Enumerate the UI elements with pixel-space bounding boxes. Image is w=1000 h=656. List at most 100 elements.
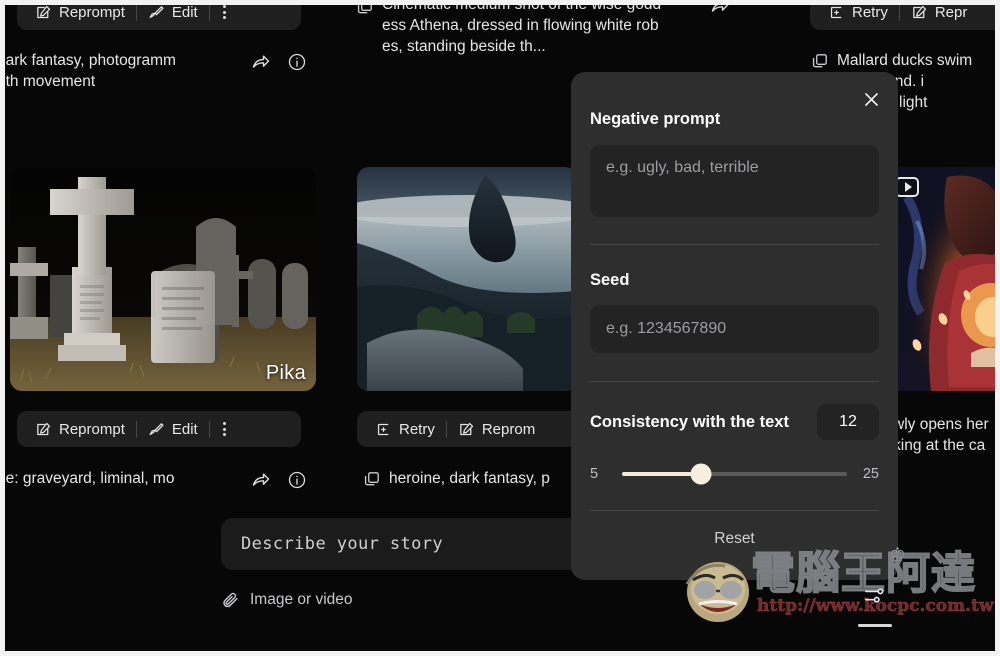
sliders-icon[interactable] — [863, 585, 885, 607]
left-media-tile[interactable]: Pika — [10, 167, 316, 391]
reprompt-button[interactable]: Reprom — [450, 417, 543, 442]
play-badge-icon[interactable] — [895, 177, 919, 197]
describe-story-placeholder: Describe your story — [241, 534, 444, 554]
more-options-button[interactable] — [213, 418, 236, 440]
middle-bottom-caption: heroine, dark fantasy, p — [362, 468, 577, 489]
right-top-toolbar: Retry Repr — [810, 0, 995, 30]
toolbar-divider — [898, 3, 900, 21]
edit-label: Edit — [171, 3, 198, 21]
attach-media-label: Image or video — [250, 590, 353, 608]
section-divider — [590, 510, 879, 511]
pencil-square-icon — [458, 421, 475, 438]
pika-watermark: Pika — [265, 362, 306, 384]
middle-top-caption-actions — [710, 0, 730, 16]
toolbar-divider — [135, 3, 137, 21]
section-divider — [590, 381, 879, 382]
middle-bottom-toolbar: Retry Reprom — [357, 411, 587, 447]
slider-thumb[interactable] — [690, 463, 712, 485]
retry-button[interactable]: Retry — [367, 417, 443, 442]
reprompt-button[interactable]: Repr — [903, 0, 976, 25]
right-media-tile[interactable] — [887, 167, 995, 391]
negative-prompt-label: Negative prompt — [590, 110, 721, 128]
seed-label: Seed — [590, 271, 630, 289]
right-bottom-caption-text: wly opens her king at the ca — [893, 416, 989, 454]
middle-top-caption: Cinematic medium shot of the wise godd e… — [355, 0, 730, 57]
kebab-dot — [222, 427, 226, 431]
info-circle-icon[interactable] — [287, 470, 307, 490]
middle-media-tile[interactable] — [357, 167, 577, 391]
reprompt-button[interactable]: Reprompt — [27, 0, 133, 25]
graveyard-image — [10, 167, 316, 391]
consistency-slider-row: 5 25 — [590, 463, 879, 485]
consistency-row: Consistency with the text 12 — [590, 404, 879, 440]
middle-bottom-caption-text: heroine, dark fantasy, p — [389, 470, 550, 487]
lantern-woman-image — [887, 167, 995, 391]
toolbar-divider — [208, 420, 210, 438]
reset-button[interactable]: Reset — [590, 527, 879, 548]
left-top-toolbar: Reprompt Edit — [17, 0, 301, 30]
reprompt-button[interactable]: Reprompt — [27, 417, 133, 442]
left-top-caption-actions — [251, 50, 307, 72]
play-triangle — [904, 182, 912, 192]
bottom-drag-handle[interactable] — [858, 624, 892, 627]
pencil-square-icon — [35, 421, 52, 438]
consistency-max-label: 25 — [862, 466, 879, 482]
toolbar-divider — [135, 420, 137, 438]
consistency-value-input[interactable]: 12 — [817, 404, 879, 440]
story-composer[interactable]: Describe your story — [221, 518, 631, 570]
left-bottom-toolbar: Reprompt Edit — [17, 411, 301, 447]
retry-button[interactable]: Retry — [820, 0, 896, 25]
left-top-caption: dark fantasy, photogramm oth movement — [5, 50, 307, 92]
pencil-square-icon — [911, 4, 928, 21]
left-bottom-caption-actions — [251, 468, 307, 490]
left-top-caption-text: dark fantasy, photogramm oth movement — [5, 52, 176, 90]
edit-button[interactable]: Edit — [140, 417, 206, 442]
negative-prompt-placeholder: e.g. ugly, bad, terrible — [606, 159, 759, 176]
kebab-dot — [222, 10, 226, 14]
attach-media-button[interactable]: Image or video — [221, 590, 353, 609]
negative-prompt-input[interactable]: e.g. ugly, bad, terrible — [590, 145, 879, 217]
seed-input[interactable]: e.g. 1234567890 — [590, 305, 879, 353]
seascape-image — [357, 167, 577, 391]
toolbar-divider — [445, 420, 447, 438]
generation-settings-popover: Negative prompt e.g. ugly, bad, terrible… — [571, 72, 898, 580]
share-arrow-icon[interactable] — [710, 0, 730, 16]
edit-label: Edit — [171, 420, 198, 438]
middle-top-caption-text: Cinematic medium shot of the wise godd e… — [382, 0, 662, 55]
kebab-dot — [222, 16, 226, 19]
share-arrow-icon[interactable] — [251, 470, 271, 490]
paperclip-icon — [221, 590, 240, 609]
edit-button[interactable]: Edit — [140, 0, 206, 25]
share-arrow-icon[interactable] — [251, 52, 271, 72]
consistency-min-label: 5 — [590, 466, 599, 482]
retry-label: Retry — [852, 3, 888, 21]
right-bottom-caption: wly opens her king at the ca — [893, 414, 995, 456]
reprompt-label: Reprom — [481, 420, 536, 438]
plus-box-icon — [375, 421, 392, 438]
left-bottom-caption: ne: graveyard, liminal, mo — [5, 468, 307, 490]
slider-fill — [622, 472, 701, 476]
kebab-dot — [222, 422, 226, 425]
kebab-dot — [222, 5, 226, 8]
reprompt-label: Reprompt — [59, 3, 125, 21]
copy-icon[interactable] — [355, 0, 374, 17]
pencil-square-icon — [35, 4, 52, 21]
copy-icon[interactable] — [810, 50, 829, 71]
brush-icon — [148, 421, 165, 438]
reprompt-label: Repr — [934, 3, 968, 21]
close-icon[interactable] — [858, 86, 884, 112]
reprompt-label: Reprompt — [59, 420, 125, 438]
section-divider — [590, 244, 879, 245]
left-bottom-caption-text: ne: graveyard, liminal, mo — [5, 470, 175, 487]
kebab-dot — [222, 433, 226, 436]
seed-placeholder: e.g. 1234567890 — [606, 320, 727, 337]
copy-icon[interactable] — [362, 468, 381, 489]
more-options-button[interactable] — [213, 1, 236, 23]
app-root: Reprompt Edit dark fantasy, photogramm o… — [0, 0, 1000, 656]
plus-box-icon — [828, 4, 845, 21]
info-circle-icon[interactable] — [287, 52, 307, 72]
retry-label: Retry — [399, 420, 435, 438]
consistency-slider[interactable] — [622, 463, 847, 485]
consistency-label: Consistency with the text — [590, 412, 789, 431]
brush-icon — [148, 4, 165, 21]
